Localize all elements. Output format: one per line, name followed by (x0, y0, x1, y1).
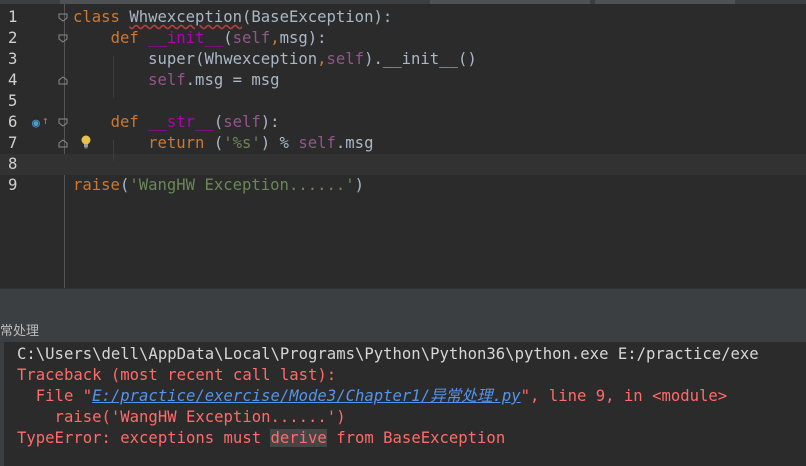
code-line[interactable]: 1 class Whwexception(BaseException): (0, 7, 806, 28)
code-line[interactable]: 7 return ('%s') % self.msg (0, 133, 806, 154)
code-token: ( (213, 134, 224, 152)
code-token: ): (260, 113, 280, 131)
error-message: TypeError: exceptions must derive from B… (17, 428, 505, 449)
code-token: raise (73, 176, 120, 194)
line-number[interactable]: 1 (8, 7, 17, 28)
fold-start-icon[interactable] (58, 13, 68, 22)
code-token: ) (354, 176, 365, 194)
code-text[interactable]: super(Whwexception,self).__init__() (73, 49, 477, 70)
code-token: def (110, 113, 149, 131)
code-text[interactable]: def __init__(self,msg): (73, 28, 327, 49)
code-line[interactable]: 4 self.msg = msg (0, 70, 806, 91)
code-token: , (317, 50, 327, 68)
code-token: self (223, 113, 261, 131)
code-line[interactable]: 9 raise('WangHW Exception......') (0, 175, 806, 196)
code-text[interactable]: class Whwexception(BaseException): (73, 7, 392, 28)
code-token: (BaseException): (242, 8, 393, 26)
fold-end-icon[interactable] (58, 76, 68, 85)
code-editor[interactable]: 1 class Whwexception(BaseException): 2 def… (0, 4, 806, 288)
code-token: class (73, 8, 130, 26)
code-token: .msg (335, 134, 374, 152)
code-line[interactable]: 5 (0, 91, 806, 112)
traceback-source-line: raise('WangHW Exception......') (17, 408, 346, 426)
console-left-toolbar (0, 342, 4, 466)
code-token: ).__init__() (364, 50, 477, 68)
run-panel-header: 常处理 (0, 316, 806, 343)
code-token: '%s' (223, 134, 261, 152)
code-line[interactable]: 8 (0, 154, 806, 175)
code-text[interactable]: self.msg = msg (73, 70, 280, 91)
traceback-file-link[interactable]: E:/practice/exercise/Mode3/Chapter1/异常处理… (92, 387, 521, 405)
fold-start-icon[interactable] (58, 118, 68, 127)
code-token: ( (119, 176, 130, 194)
traceback-file-line: File "E:/practice/exercise/Mode3/Chapter… (17, 386, 727, 407)
code-token: self (232, 29, 271, 47)
fold-end-icon[interactable] (58, 139, 68, 148)
code-token: (Whwexception (195, 50, 318, 68)
error-suffix: from BaseException (326, 429, 506, 447)
code-text[interactable]: return ('%s') % self.msg (73, 133, 373, 154)
code-text[interactable]: def __str__(self): (73, 112, 280, 133)
line-number[interactable]: 8 (8, 154, 17, 175)
run-console[interactable]: C:\Users\dell\AppData\Local\Programs\Pyt… (0, 342, 806, 466)
traceback-header: Traceback (most recent call last): (17, 366, 337, 384)
code-token: , (270, 29, 280, 47)
error-prefix: TypeError: exceptions must (17, 429, 271, 447)
line-number[interactable]: 9 (8, 175, 17, 196)
code-token: __init__ (148, 29, 224, 47)
code-token: def (110, 29, 149, 47)
code-line[interactable]: 3 super(Whwexception,self).__init__() (0, 49, 806, 70)
code-token: ( (213, 113, 224, 131)
indent-guide (113, 56, 114, 98)
code-token: .msg = msg (185, 71, 280, 89)
highlighted-word: derive (270, 429, 327, 447)
code-token: return (148, 134, 214, 152)
code-token: __str__ (148, 113, 214, 131)
code-token: super (148, 50, 196, 68)
code-text[interactable]: raise('WangHW Exception......') (73, 175, 364, 196)
code-token: ) % (260, 134, 299, 152)
code-token: self (326, 50, 365, 68)
code-line[interactable]: 6 def __str__(self): (0, 112, 806, 133)
line-number[interactable]: 6 (8, 112, 17, 133)
override-method-icon[interactable]: ◉ (32, 113, 40, 134)
code-token: ): (307, 29, 327, 47)
code-line[interactable]: 2 def __init__(self,msg): (0, 28, 806, 49)
line-number[interactable]: 4 (8, 70, 17, 91)
code-token: Whwexception (129, 8, 243, 26)
line-number[interactable]: 3 (8, 49, 17, 70)
line-number[interactable]: 5 (8, 91, 17, 112)
indent-guide (113, 140, 114, 161)
line-number[interactable]: 2 (8, 28, 17, 49)
up-arrow-icon[interactable]: ↑ (42, 110, 49, 131)
line-number[interactable]: 7 (8, 133, 17, 154)
code-token: self (148, 71, 186, 89)
file-suffix: ", line 9, in <module> (520, 387, 728, 405)
run-panel-title[interactable]: 常处理 (0, 320, 39, 339)
fold-start-icon[interactable] (58, 34, 68, 43)
console-command-line: C:\Users\dell\AppData\Local\Programs\Pyt… (17, 345, 759, 363)
lightbulb-icon[interactable] (80, 135, 92, 149)
code-token: 'WangHW Exception......' (129, 176, 355, 194)
file-prefix: File " (17, 387, 93, 405)
code-token: msg (279, 29, 308, 47)
editor-horizontal-scroll-area[interactable] (0, 288, 806, 317)
code-token: ( (223, 29, 233, 47)
code-token: self (298, 134, 336, 152)
